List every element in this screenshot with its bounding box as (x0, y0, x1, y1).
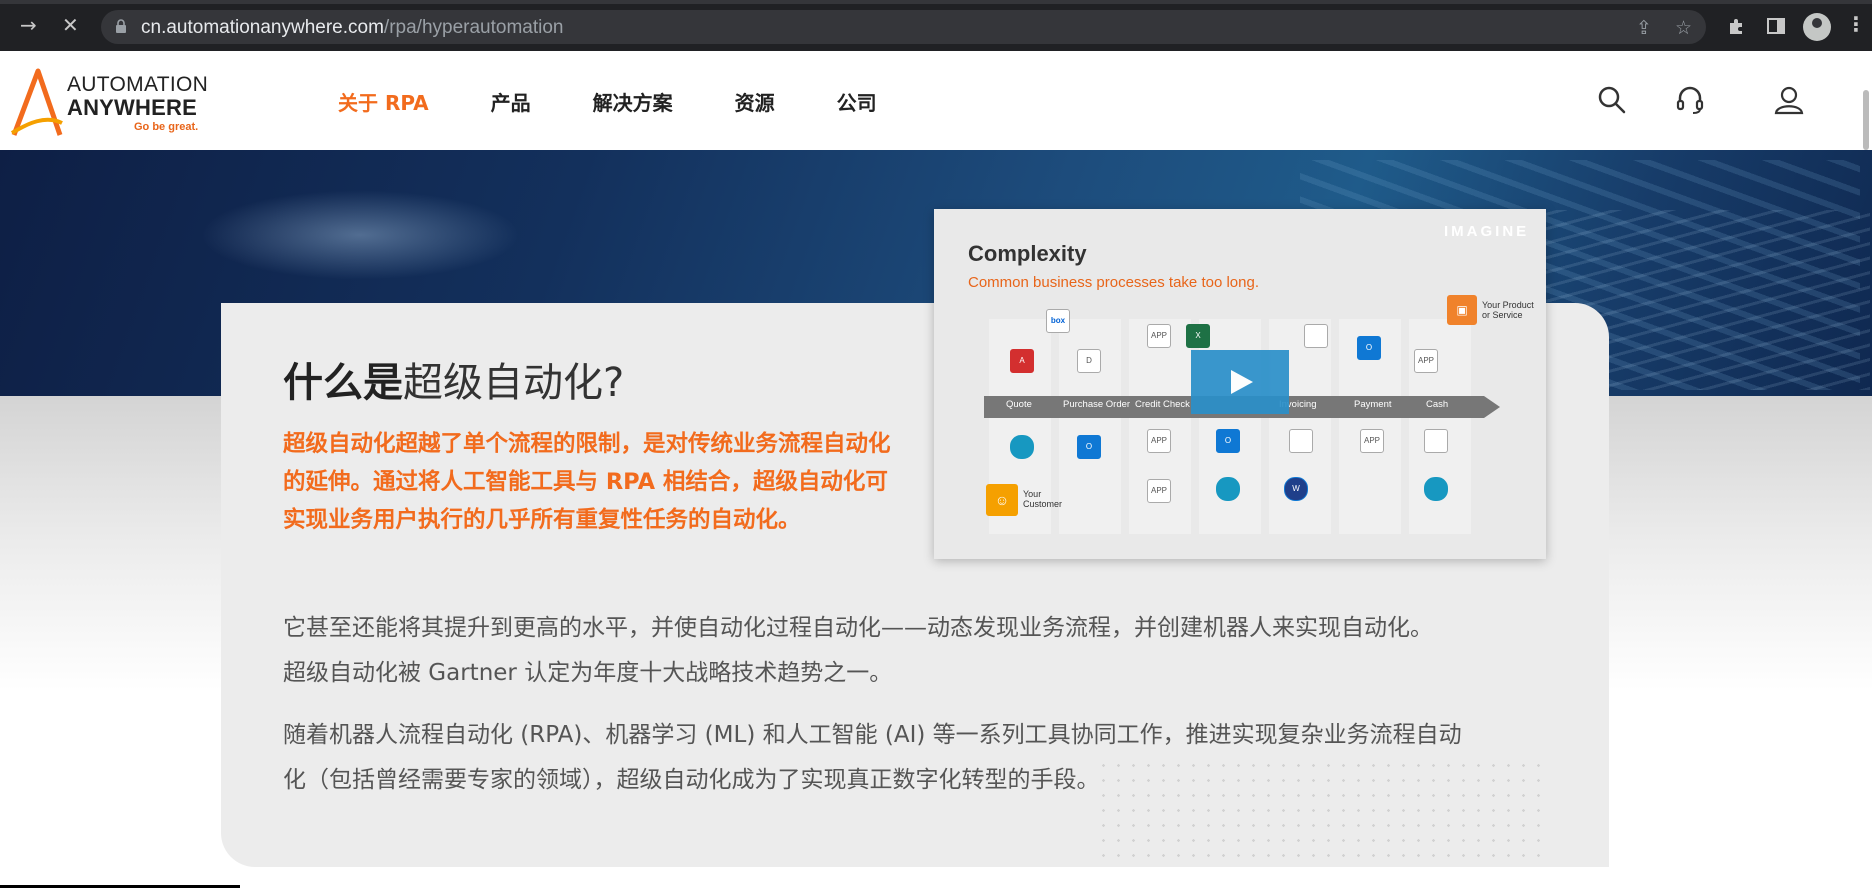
workday-icon: W (1284, 477, 1308, 501)
outlook-icon: O (1216, 429, 1240, 453)
main-nav: 关于 RPA 产品 解决方案 资源 公司 (338, 87, 939, 116)
salesforce-icon (1424, 477, 1448, 501)
box-icon: box (1046, 309, 1070, 333)
excel-icon: X (1186, 324, 1210, 348)
nav-item-resources[interactable]: 资源 (735, 87, 775, 116)
user-account-icon[interactable] (1773, 84, 1805, 116)
share-icon[interactable]: ⇪ (1636, 17, 1652, 39)
logo-line2: ANYWHERE (67, 95, 197, 120)
product-icon: ▣ (1447, 295, 1477, 325)
bookmark-star-icon[interactable]: ☆ (1675, 17, 1692, 39)
video-brand-watermark: IMAGINE (1444, 223, 1530, 240)
lead-paragraph: 超级自动化超越了单个流程的限制，是对传统业务流程自动化的延伸。通过将人工智能工具… (283, 431, 891, 533)
page-title: 什么是超级自动化? (283, 350, 624, 408)
logo-line1: AUTOMATION (67, 73, 209, 96)
more-menu-icon[interactable]: ⋮ (1846, 14, 1866, 34)
stop-loading-icon[interactable]: ✕ (62, 15, 79, 35)
lock-icon (116, 19, 126, 33)
forward-icon[interactable]: → (20, 15, 37, 35)
search-icon[interactable] (1596, 84, 1628, 116)
video-subtitle: Common business processes take too long. (968, 274, 1259, 291)
app-icon: APP (1414, 349, 1438, 373)
paragraph-1: 它甚至还能将其提升到更高的水平，并使自动化过程自动化——动态发现业务流程，并创建… (283, 606, 1563, 696)
salesforce-icon (1010, 435, 1034, 459)
stage-label: Payment (1354, 399, 1392, 410)
app-icon: APP (1147, 429, 1171, 453)
profile-avatar-icon[interactable] (1803, 13, 1831, 41)
url-text[interactable]: cn.automationanywhere.com/rpa/hyperautom… (141, 17, 563, 39)
paragraph-1-line-2: 超级自动化被 Gartner 认定为年度十大战略技术趋势之一。 (283, 660, 893, 686)
address-bar[interactable]: cn.automationanywhere.com/rpa/hyperautom… (101, 10, 1706, 44)
stage-label: Purchase Order (1063, 399, 1131, 410)
outlook-icon: O (1357, 336, 1381, 360)
app-icon: APP (1147, 324, 1171, 348)
paragraph-2: 随着机器人流程自动化 (RPA)、机器学习 (ML) 和人工智能 (AI) 等一… (283, 713, 1563, 803)
play-button-icon[interactable] (1191, 350, 1289, 414)
adobe-icon: A (1010, 349, 1034, 373)
salesforce-icon (1216, 477, 1240, 501)
logo-tagline: Go be great. (134, 121, 199, 133)
support-headset-icon[interactable] (1674, 84, 1706, 116)
nav-item-solutions[interactable]: 解决方案 (593, 87, 673, 116)
outlook-icon: O (1077, 435, 1101, 459)
page-scrollbar[interactable] (1863, 90, 1869, 150)
docusign-icon: D (1077, 349, 1101, 373)
logo[interactable]: AUTOMATION ANYWHERE Go be great. (8, 63, 228, 143)
side-panel-icon[interactable] (1766, 16, 1786, 36)
url-host: cn.automationanywhere.com (141, 17, 384, 38)
page-title-bold: 什么是 (283, 360, 403, 406)
app-icon: APP (1360, 429, 1384, 453)
video-title: Complexity (968, 241, 1087, 266)
page-title-rest: 超级自动化? (403, 360, 625, 406)
browser-toolbar: → ✕ cn.automationanywhere.com/rpa/hypera… (0, 0, 1872, 51)
logo-a-icon (10, 68, 63, 136)
nav-item-company[interactable]: 公司 (837, 87, 877, 116)
paragraph-2-line-1: 随着机器人流程自动化 (RPA)、机器学习 (ML) 和人工智能 (AI) 等一… (283, 722, 1462, 748)
nav-item-about-rpa[interactable]: 关于 RPA (338, 87, 429, 116)
stage-label: Cash (1426, 399, 1449, 410)
extensions-puzzle-icon[interactable] (1727, 16, 1747, 36)
paragraph-1-line-1: 它甚至还能将其提升到更高的水平，并使自动化过程自动化——动态发现业务流程，并创建… (283, 615, 1433, 641)
stage-label: Credit Check (1135, 399, 1190, 410)
your-product-label: Your Product or Service (1482, 300, 1534, 320)
site-header: AUTOMATION ANYWHERE Go be great. 关于 RPA … (0, 51, 1872, 150)
tab-strip (0, 0, 1872, 4)
your-customer-label: Your Customer (1023, 489, 1063, 509)
stage-label: Quote (1006, 399, 1032, 410)
url-path: /rpa/hyperautomation (383, 17, 564, 38)
customer-icon: ☺ (986, 484, 1018, 516)
nav-item-products[interactable]: 产品 (491, 87, 531, 116)
app-icon: APP (1147, 479, 1171, 503)
video-thumbnail[interactable]: Complexity Common business processes tak… (934, 209, 1546, 559)
paragraph-2-line-2: 化（包括曾经需要专家的领域），超级自动化成为了实现真正数字化转型的手段。 (283, 767, 1100, 793)
